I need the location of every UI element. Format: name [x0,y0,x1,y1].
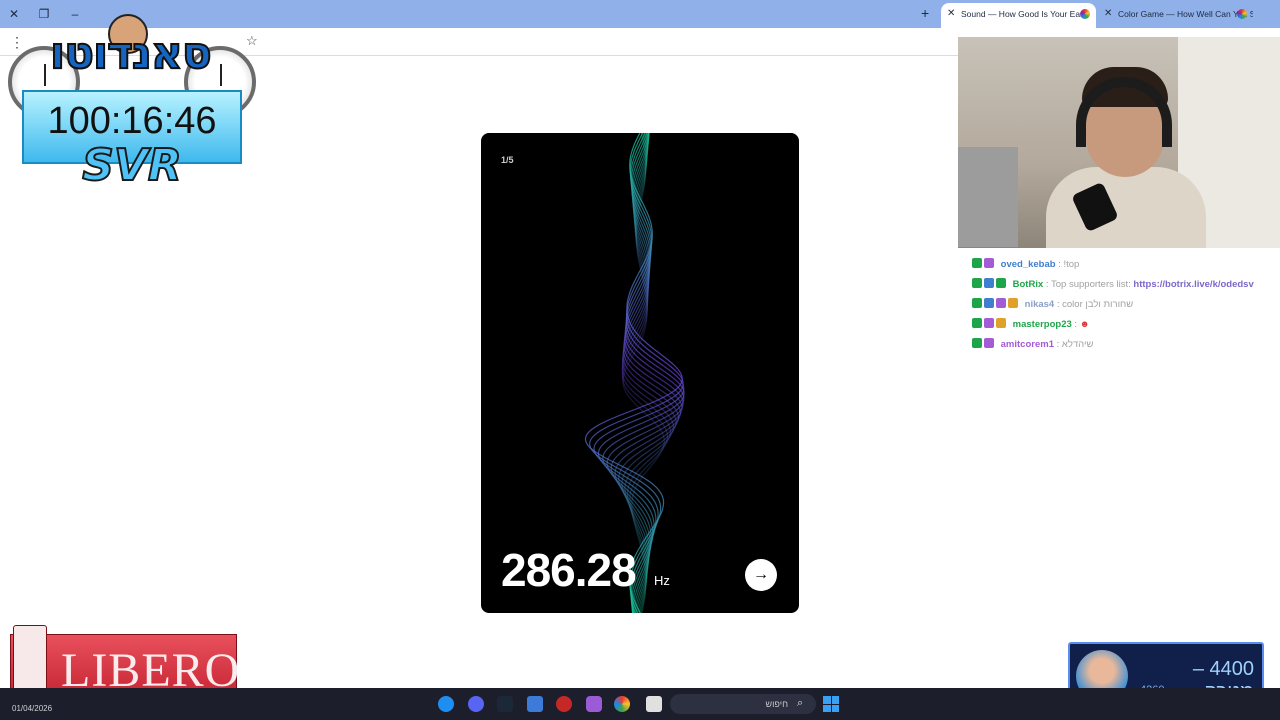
badge-icon [984,318,994,328]
color-wheel-icon [1080,9,1090,19]
app-icon[interactable] [556,696,572,712]
taskbar [0,688,1280,720]
taskbar-search-input[interactable]: חיפוש [670,694,816,714]
file-explorer-icon[interactable] [646,696,662,712]
chat-panel: oved_kebab : !top BotRix : Top supporter… [972,258,1280,358]
tab-title: Color Game — How Well Can You See Color [1118,9,1253,19]
tab-title: Sound — How Good Is Your Ear [961,9,1083,19]
question-counter: 1/5 [501,155,514,165]
frequency-value: 286.28 [501,544,637,596]
chrome-icon[interactable] [614,696,630,712]
channel-logo-text: סאנדוטו [49,27,213,80]
search-icon: ⌕ [797,697,804,709]
streamer-body [1046,167,1206,248]
windows-start-icon[interactable] [823,696,839,712]
badge-icon [972,318,982,328]
sound-card: 1/5 286.28 Hz → [481,133,799,613]
badge-icon [996,318,1006,328]
badge-icon [984,278,994,288]
badge-icon [996,298,1006,308]
chat-message: BotRix : Top supporters list: https://bo… [972,278,1280,298]
telegram-icon[interactable] [438,696,454,712]
timer-label: SVR [81,139,183,192]
badge-icon [972,298,982,308]
badge-icon [984,338,994,348]
close-tab-icon[interactable]: ✕ [1104,3,1112,25]
subathon-timer: 100:16:46 [47,100,217,142]
chat-message: amitcorem1 : שיהדלא [972,338,1280,358]
instagram-icon[interactable] [586,696,602,712]
next-button[interactable]: → [745,559,777,591]
new-tab-icon[interactable]: + [921,5,929,21]
taskbar-date: 01/04/2026 [12,704,53,713]
badge-icon [972,278,982,288]
webcam-feed [958,37,1280,248]
notepad-icon[interactable] [527,696,543,712]
chat-username: nikas4 [1024,299,1055,310]
tab-sound[interactable]: ✕ Sound — How Good Is Your Ear [941,3,1096,28]
chat-text: color שחורות ולבן [1062,299,1134,310]
chat-username: BotRix [1012,279,1044,290]
badge-icon [996,278,1006,288]
chat-message: nikas4 : color שחורות ולבן [972,298,1280,318]
chat-username: oved_kebab [1000,259,1056,270]
sound-wave-visualization [584,133,685,613]
sound-wave-strand [606,133,684,613]
discord-icon[interactable] [468,696,484,712]
badge-icon [984,298,994,308]
badge-icon [972,258,982,268]
badge-icon [984,258,994,268]
arrow-right-icon: → [753,566,769,583]
chat-text: שיהדלא [1061,339,1094,350]
chat-username: amitcorem1 [1000,339,1054,350]
webcam-background [958,147,1018,247]
chat-text: Top supporters list: [1051,279,1131,290]
badge-icon [1008,298,1018,308]
color-wheel-icon [1237,9,1247,19]
chat-username: masterpop23 [1012,319,1072,330]
chat-message: masterpop23 : ☻ [972,318,1280,338]
chat-message: oved_kebab : !top [972,258,1280,278]
emote-icon: ☻ [1079,319,1090,330]
chat-text: !top [1063,259,1080,270]
chat-link[interactable]: https://botrix.live/k/odedsv [1133,279,1253,290]
tab-color-game[interactable]: ✕ Color Game — How Well Can You See Colo… [1098,3,1253,28]
close-tab-icon[interactable]: ✕ [947,3,955,25]
steam-icon[interactable] [497,696,513,712]
badge-icon [972,338,982,348]
frequency-unit: Hz [654,573,670,588]
